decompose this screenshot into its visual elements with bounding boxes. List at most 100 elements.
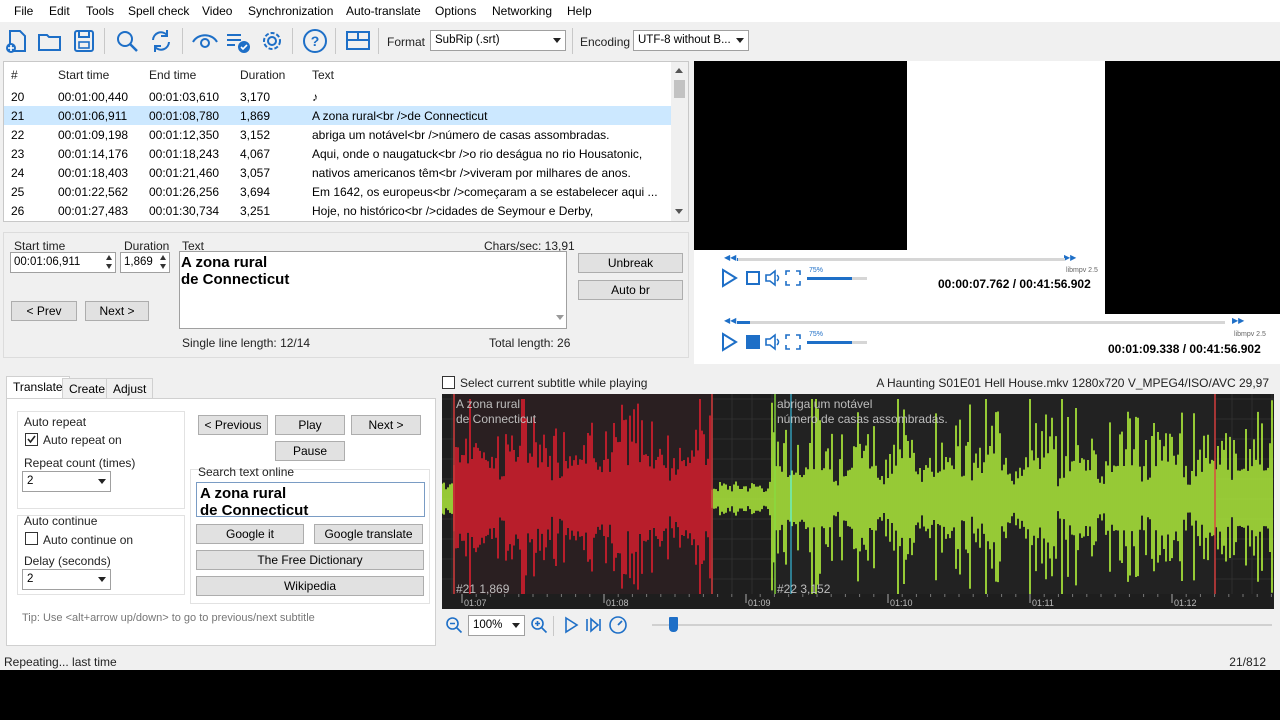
volume-slider-1[interactable]	[807, 277, 867, 280]
google-it-button[interactable]: Google it	[196, 524, 304, 544]
open-folder-icon[interactable]	[36, 27, 64, 55]
spell-check-icon[interactable]	[224, 27, 252, 55]
table-row[interactable]: 24 00:01:18,403 00:01:21,460 3,057 nativos a…	[4, 163, 672, 182]
play-icon[interactable]	[562, 616, 580, 634]
auto-continue-checkbox[interactable]	[25, 532, 38, 545]
menu-video[interactable]: Video	[202, 4, 232, 18]
column-header-start[interactable]: Start time	[58, 68, 109, 82]
prev-button[interactable]: < Prev	[11, 301, 77, 321]
menu-tools[interactable]: Tools	[86, 4, 114, 18]
layout-icon[interactable]	[344, 27, 372, 55]
wikipedia-button[interactable]: Wikipedia	[196, 576, 424, 596]
menu-file[interactable]: File	[14, 4, 33, 18]
tab-create[interactable]: Create	[62, 378, 113, 399]
status-bar: Repeating... last time 21/812	[0, 652, 1280, 670]
spin-down-icon[interactable]	[160, 264, 166, 269]
forward-icon[interactable]: ▶▶	[1064, 253, 1076, 262]
auto-repeat-label: Auto repeat	[24, 415, 87, 429]
start-time-input[interactable]: 00:01:06,911	[10, 252, 116, 273]
column-header-text[interactable]: Text	[312, 68, 334, 82]
next-button[interactable]: Next >	[351, 415, 421, 435]
google-translate-button[interactable]: Google translate	[314, 524, 423, 544]
repeat-count-select[interactable]: 2	[22, 471, 111, 492]
column-header-end[interactable]: End time	[149, 68, 196, 82]
table-row[interactable]: 23 00:01:14,176 00:01:18,243 4,067 Aqui, ond…	[4, 144, 672, 163]
tab-translate[interactable]: Translate	[6, 376, 70, 399]
table-row[interactable]: 26 00:01:27,483 00:01:30,734 3,251 Hoje, no …	[4, 201, 672, 220]
table-row[interactable]: 25 00:01:22,562 00:01:26,256 3,694 Em 1642, …	[4, 182, 672, 201]
zoom-select[interactable]: 100%	[468, 615, 525, 636]
menu-synchronization[interactable]: Synchronization	[248, 4, 333, 18]
playback-speed-icon[interactable]	[608, 615, 628, 635]
encoding-label: Encoding	[580, 35, 631, 49]
play-next-icon[interactable]	[584, 616, 602, 634]
progress-bar-2[interactable]	[737, 321, 1225, 324]
stop-icon[interactable]	[744, 333, 762, 351]
help-icon[interactable]: ?	[301, 27, 329, 55]
menu-auto-translate[interactable]: Auto-translate	[346, 4, 421, 18]
chevron-down-icon	[736, 38, 744, 43]
encoding-select[interactable]: UTF-8 without B...	[633, 30, 749, 51]
column-header-duration[interactable]: Duration	[240, 68, 285, 82]
forward-icon[interactable]: ▶▶	[1232, 316, 1244, 325]
unbreak-button[interactable]: Unbreak	[578, 253, 683, 273]
waveform-position-slider[interactable]	[652, 624, 1272, 626]
menu-spell-check[interactable]: Spell check	[128, 4, 189, 18]
spin-up-icon[interactable]	[106, 255, 112, 260]
video-player-1[interactable]: ◀◀ ▶▶ 75% libmpv 2.5 00:00:07.762 / 00:4…	[694, 61, 1280, 314]
menu-help[interactable]: Help	[567, 4, 592, 18]
scroll-thumb[interactable]	[674, 80, 685, 98]
search-icon[interactable]	[113, 27, 141, 55]
menu-edit[interactable]: Edit	[49, 4, 70, 18]
save-icon[interactable]	[70, 27, 98, 55]
progress-bar-1[interactable]	[737, 258, 1065, 261]
play-button[interactable]: Play	[275, 415, 345, 435]
play-icon[interactable]	[718, 331, 740, 353]
auto-repeat-checkbox[interactable]	[25, 433, 38, 446]
subtitle-text-editor[interactable]: A zona rural de Connecticut	[179, 251, 567, 329]
visual-sync-icon[interactable]	[191, 27, 219, 55]
select-while-playing-checkbox[interactable]	[442, 376, 455, 389]
menu-options[interactable]: Options	[435, 4, 476, 18]
fullscreen-icon[interactable]	[784, 269, 802, 287]
menu-networking[interactable]: Networking	[492, 4, 552, 18]
delay-select[interactable]: 2	[22, 569, 111, 590]
auto-br-button[interactable]: Auto br	[578, 280, 683, 300]
rewind-icon[interactable]: ◀◀	[724, 253, 736, 262]
previous-button[interactable]: < Previous	[198, 415, 268, 435]
format-select[interactable]: SubRip (.srt)	[430, 30, 566, 51]
table-row[interactable]: 21 00:01:06,911 00:01:08,780 1,869 A zona ru…	[4, 106, 672, 125]
subtitle-grid[interactable]: # Start time End time Duration Text 20 00…	[3, 61, 689, 222]
spin-down-icon[interactable]	[106, 264, 112, 269]
scroll-down-icon[interactable]	[556, 315, 564, 320]
rewind-icon[interactable]: ◀◀	[724, 316, 736, 325]
waveform-position-thumb[interactable]	[669, 617, 678, 632]
waveform-subtitle-21[interactable]: A zona rural de Connecticut	[456, 397, 536, 427]
zoom-in-icon[interactable]	[530, 616, 548, 634]
table-row[interactable]: 22 00:01:09,198 00:01:12,350 3,152 abriga um…	[4, 125, 672, 144]
audio-waveform[interactable]: 01:07 01:08 01:09 01:10 01:11 01:12 A zona ru…	[442, 394, 1274, 609]
scroll-down-icon[interactable]	[675, 209, 683, 214]
pause-button[interactable]: Pause	[275, 441, 345, 461]
search-text-box[interactable]: A zona rural de Connecticut	[196, 482, 425, 517]
replace-icon[interactable]	[147, 27, 175, 55]
stop-icon[interactable]	[744, 269, 762, 287]
settings-icon[interactable]	[258, 27, 286, 55]
duration-input[interactable]: 1,869	[120, 252, 170, 273]
table-row[interactable]: 20 00:01:00,440 00:01:03,610 3,170 ♪	[4, 87, 672, 106]
volume-icon[interactable]	[764, 333, 782, 351]
play-icon[interactable]	[718, 267, 740, 289]
next-button[interactable]: Next >	[85, 301, 149, 321]
fullscreen-icon[interactable]	[784, 333, 802, 351]
tab-adjust[interactable]: Adjust	[106, 378, 154, 399]
new-file-icon[interactable]	[3, 27, 31, 55]
grid-scrollbar[interactable]	[671, 62, 688, 221]
volume-slider-2[interactable]	[807, 341, 867, 344]
free-dictionary-button[interactable]: The Free Dictionary	[196, 550, 424, 570]
spin-up-icon[interactable]	[160, 255, 166, 260]
zoom-out-icon[interactable]	[445, 616, 463, 634]
waveform-subtitle-22[interactable]: abriga um notável número de casas assomb…	[777, 397, 948, 427]
scroll-up-icon[interactable]	[675, 68, 683, 73]
column-header-number[interactable]: #	[11, 68, 18, 82]
volume-icon[interactable]	[764, 269, 782, 287]
